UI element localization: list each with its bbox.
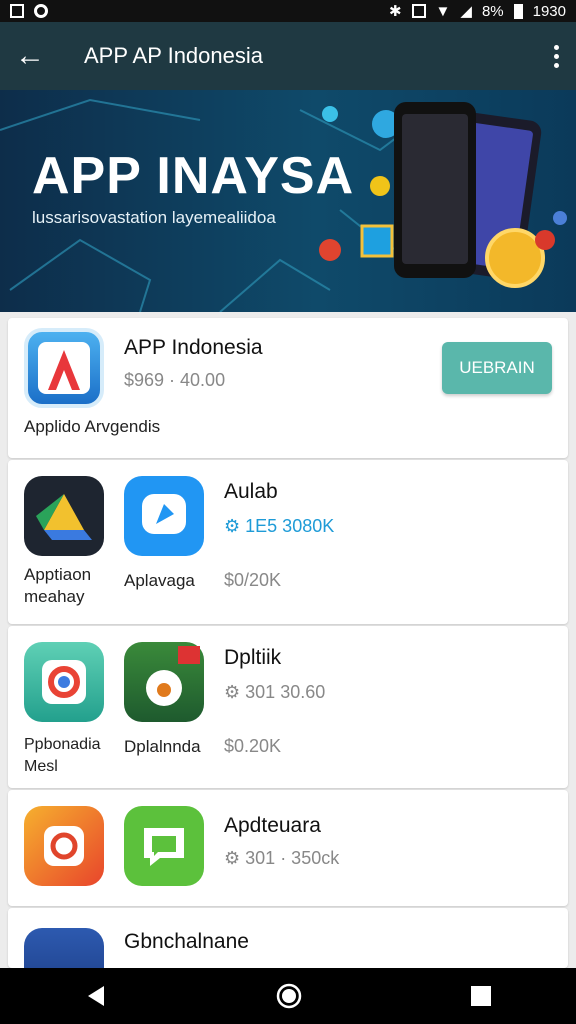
gear-icon: ⚙ [224, 516, 241, 536]
back-arrow-icon[interactable]: ← [0, 39, 60, 73]
game-icon[interactable] [124, 642, 204, 722]
more-options-icon[interactable] [536, 44, 576, 68]
app-name: Gbnchalnane [124, 930, 249, 953]
signal-icon: ◢ [460, 3, 472, 20]
back-icon[interactable] [84, 984, 108, 1008]
app-name: Aulab [224, 480, 278, 503]
list-item[interactable]: Apdteuara ⚙ 301 · 350ck [8, 790, 568, 906]
app-icon[interactable] [24, 928, 104, 968]
app-price: $0.20K [224, 736, 282, 756]
app-name: Apdteuara [224, 814, 321, 837]
sync-icon [34, 4, 48, 18]
camera-icon[interactable] [24, 806, 104, 886]
list-item[interactable]: Ppbonadia Mesl Dplalnnda Dpltiik ⚙ 301 3… [8, 626, 568, 788]
wifi-icon: ▼ [435, 2, 451, 20]
app-meta: ⚙ 301 · 350ck [224, 848, 340, 868]
recents-icon[interactable] [470, 985, 492, 1007]
app-logo-icon [24, 328, 104, 408]
app-meta: ⚙ 301 30.60 [224, 682, 326, 702]
install-button[interactable]: UEBRAIN [442, 342, 552, 394]
chrome-icon[interactable] [24, 642, 104, 722]
battery-icon [513, 3, 523, 19]
app-name: Dpltiik [224, 646, 282, 669]
gear-icon: ⚙ [224, 848, 241, 868]
bluetooth-icon: ✱ [388, 3, 402, 20]
list-item[interactable]: Apptiaon meahay Aplavaga Aulab ⚙ 1E5 308… [8, 460, 568, 624]
clock: 1930 [532, 2, 566, 20]
app-meta: $969 · 40.00 [124, 370, 226, 390]
messenger-icon[interactable] [124, 476, 204, 556]
home-icon[interactable] [275, 982, 303, 1010]
page-title: APP AP Indonesia [84, 43, 263, 68]
gear-icon: ⚙ [224, 682, 241, 702]
status-bar: ✱ ▼ ◢ 8% 1930 [0, 0, 576, 22]
app-name: APP Indonesia [124, 336, 263, 359]
app-meta: ⚙ 1E5 3080K [224, 516, 335, 536]
app-label: Dplalnnda [124, 737, 201, 756]
drive-icon[interactable] [24, 476, 104, 556]
image-icon [10, 4, 24, 18]
chat-icon[interactable] [124, 806, 204, 886]
app-label: Aplavaga [124, 571, 195, 590]
nfc-icon [411, 4, 426, 18]
app-label: Ppbonadia Mesl [24, 736, 101, 775]
banner-headline: APP INAYSA [32, 147, 355, 205]
navigation-bar [0, 968, 576, 1024]
featured-app-card[interactable]: APP Indonesia $969 · 40.00 Applido Arvge… [8, 318, 568, 458]
list-item[interactable]: Gbnchalnane [8, 908, 568, 968]
banner-subtitle: lussarisovastation layemealiidoa [32, 208, 276, 227]
app-price: $0/20K [224, 570, 282, 590]
app-bar: ← APP AP Indonesia [0, 22, 576, 90]
app-label: Apptiaon meahay [24, 565, 92, 606]
app-label: Applido Arvgendis [24, 417, 161, 436]
battery-text: 8% [481, 2, 504, 20]
promo-banner[interactable]: APP INAYSA lussarisovastation layemealii… [0, 90, 576, 312]
